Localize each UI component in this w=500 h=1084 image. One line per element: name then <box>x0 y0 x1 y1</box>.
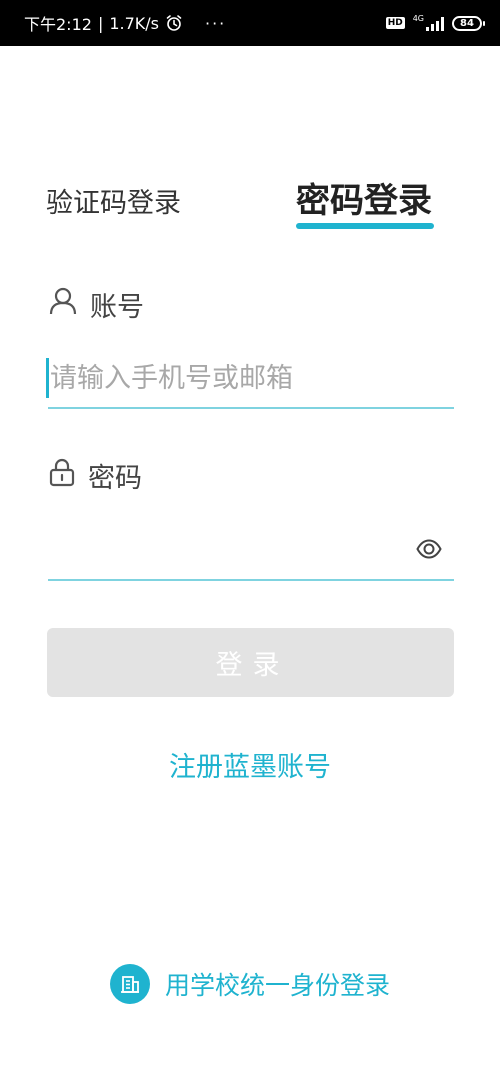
account-input-underline <box>48 407 454 409</box>
account-input[interactable] <box>48 356 456 400</box>
tab-password-login[interactable]: 密码登录 <box>296 173 432 222</box>
status-bar: 下午2:12 | 1.7K/s ··· HD 4G 84 <box>0 0 500 46</box>
password-input[interactable] <box>48 528 410 572</box>
battery-level: 84 <box>460 17 474 29</box>
status-right: HD 4G 84 <box>385 15 485 31</box>
signal-icon: 4G <box>413 15 444 31</box>
password-field-label: 密码 <box>48 456 142 495</box>
school-login-label: 用学校统一身份登录 <box>164 971 390 1000</box>
password-input-underline <box>48 579 454 581</box>
register-account-link[interactable]: 注册蓝墨账号 <box>0 745 500 784</box>
network-type: 4G <box>412 14 424 23</box>
password-label-text: 密码 <box>88 463 142 494</box>
more-notifications-icon: ··· <box>205 13 227 33</box>
text-cursor <box>46 358 49 398</box>
tab-sms-code-login[interactable]: 验证码登录 <box>46 181 181 220</box>
status-left: 下午2:12 | 1.7K/s ··· <box>24 11 226 35</box>
eye-icon[interactable] <box>416 537 442 565</box>
status-time: 下午2:12 <box>24 15 92 34</box>
school-building-icon <box>109 964 150 1004</box>
login-button[interactable]: 登录 <box>47 628 454 697</box>
lock-icon <box>48 457 76 494</box>
status-separator: | <box>97 13 104 33</box>
account-field-label: 账号 <box>48 285 144 324</box>
status-network-speed: 1.7K/s <box>109 13 159 33</box>
user-icon <box>48 286 78 323</box>
account-label-text: 账号 <box>90 292 144 323</box>
school-unified-login[interactable]: 用学校统一身份登录 <box>0 964 500 1004</box>
battery-icon: 84 <box>452 15 485 31</box>
hd-voice-icon: HD <box>385 17 405 29</box>
alarm-clock-icon <box>165 14 183 32</box>
active-tab-indicator <box>296 223 434 229</box>
